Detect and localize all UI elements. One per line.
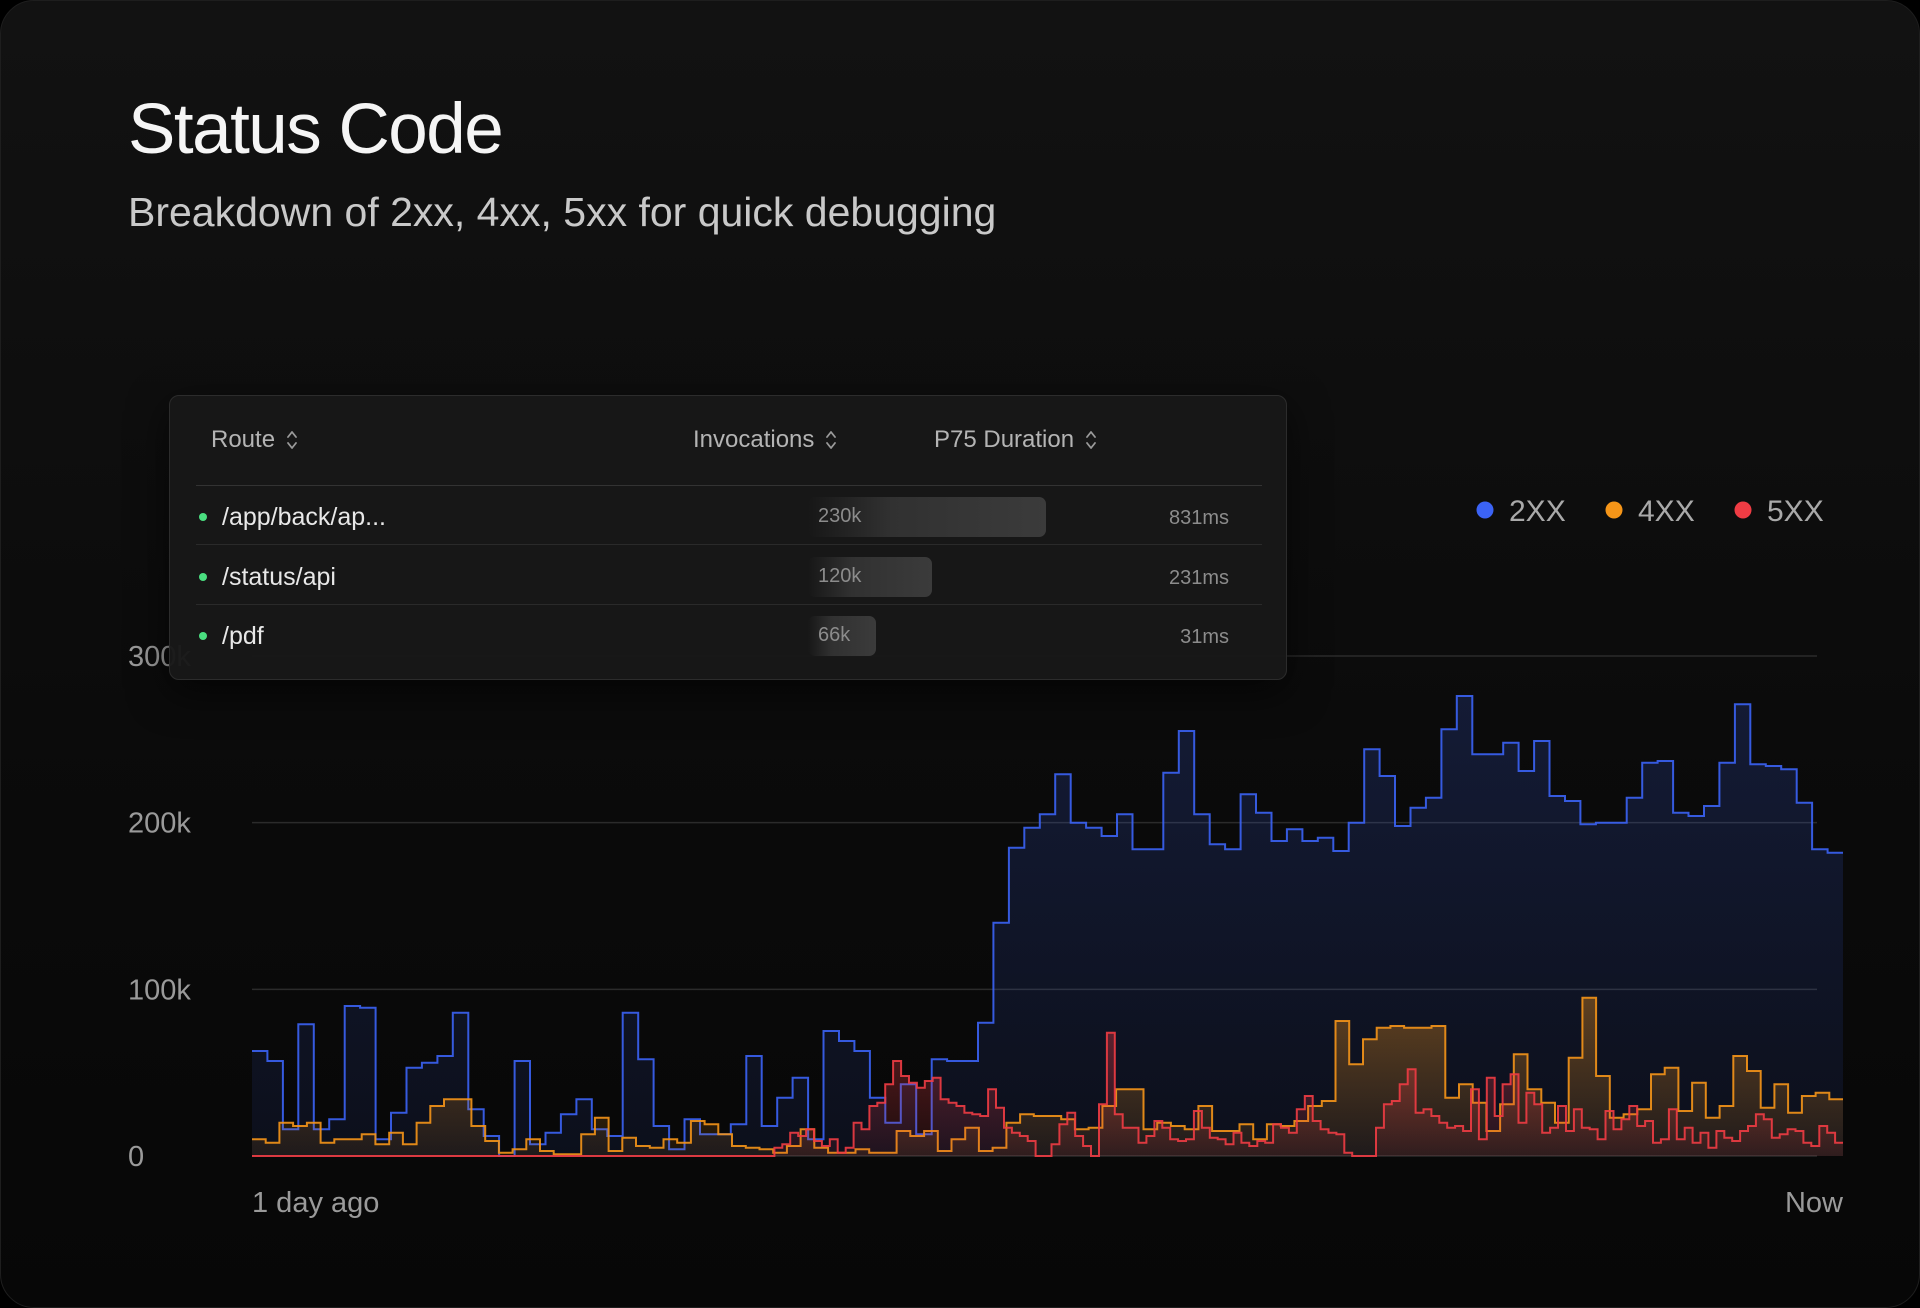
column-route[interactable]: Route	[211, 426, 299, 454]
column-invocations-label: Invocations	[693, 426, 815, 453]
legend-label-4xx: 4XX	[1638, 495, 1695, 528]
x-end-label: Now	[1785, 1187, 1844, 1219]
column-duration-label: P75 Duration	[934, 426, 1075, 453]
p75-duration: 831ms	[1168, 507, 1229, 529]
route-path: /pdf	[222, 622, 264, 650]
route-path: /status/api	[222, 563, 336, 591]
x-start-label: 1 day ago	[252, 1187, 379, 1219]
sort-icon[interactable]	[824, 428, 838, 452]
route-path: /app/back/ap...	[222, 503, 387, 531]
sort-icon[interactable]	[1084, 428, 1098, 452]
y-tick-label: 0	[128, 1141, 144, 1173]
p75-duration: 231ms	[1168, 567, 1229, 589]
route-table: Route Invocations P75 Duration /app/back…	[169, 395, 1287, 680]
status-code-card: Status Code Breakdown of 2xx, 4xx, 5xx f…	[0, 0, 1920, 1308]
y-tick-label: 200k	[128, 808, 191, 840]
invocations-value: 230k	[818, 505, 862, 527]
legend-swatch-2xx	[1476, 501, 1494, 519]
legend-swatch-4xx	[1605, 501, 1623, 519]
sort-icon[interactable]	[285, 428, 299, 452]
status-dot	[199, 632, 207, 640]
table-row[interactable]: /pdf 66k 31ms	[196, 604, 1262, 663]
table-header: Route Invocations P75 Duration	[196, 396, 1262, 486]
table-row[interactable]: /status/api 120k 231ms	[196, 545, 1262, 605]
legend-label-5xx: 5XX	[1767, 495, 1824, 528]
column-route-label: Route	[211, 426, 276, 453]
legend-swatch-5xx	[1734, 501, 1752, 519]
table-row[interactable]: /app/back/ap... 230k 831ms	[196, 485, 1262, 545]
y-tick-label: 100k	[128, 974, 191, 1006]
legend-label-2xx: 2XX	[1509, 495, 1566, 528]
column-duration[interactable]: P75 Duration	[934, 426, 1098, 454]
p75-duration: 31ms	[1180, 626, 1229, 648]
invocations-value: 66k	[818, 624, 851, 646]
status-dot	[199, 573, 207, 581]
invocations-value: 120k	[818, 565, 862, 587]
column-invocations[interactable]: Invocations	[693, 426, 838, 454]
status-dot	[199, 513, 207, 521]
